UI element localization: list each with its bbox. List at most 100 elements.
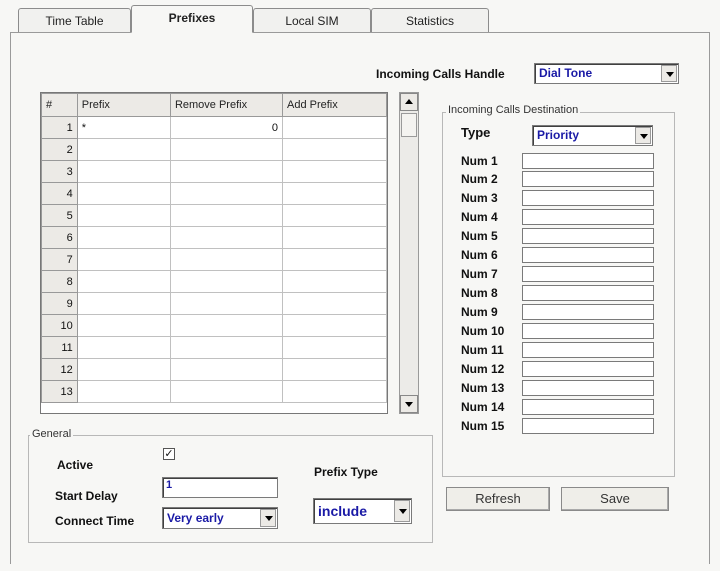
num-6-field[interactable] — [522, 247, 654, 263]
table-row[interactable]: 9 — [41, 292, 387, 315]
num-1-field[interactable] — [522, 153, 654, 169]
tab-time-table[interactable]: Time Table — [18, 8, 131, 32]
add-prefix-cell[interactable] — [282, 226, 387, 249]
add-prefix-cell[interactable] — [282, 116, 387, 139]
add-prefix-cell[interactable] — [282, 204, 387, 227]
num-13-label: Num 13 — [461, 381, 505, 395]
remove-prefix-cell[interactable] — [169, 138, 284, 161]
add-prefix-cell[interactable] — [282, 182, 387, 205]
prefix-cell[interactable] — [76, 182, 171, 205]
num-2-field[interactable] — [522, 171, 654, 187]
table-row[interactable]: 1 * 0 — [41, 116, 387, 139]
remove-prefix-cell[interactable] — [169, 270, 284, 293]
prefix-cell[interactable] — [76, 160, 171, 183]
remove-prefix-cell[interactable] — [169, 292, 284, 315]
table-row[interactable]: 6 — [41, 226, 387, 249]
table-row[interactable]: 13 — [41, 380, 387, 403]
grid-vertical-scrollbar[interactable] — [399, 92, 419, 414]
row-number: 4 — [41, 182, 78, 205]
prefix-cell[interactable] — [76, 226, 171, 249]
remove-prefix-cell[interactable] — [169, 358, 284, 381]
row-number: 7 — [41, 248, 78, 271]
col-header-number[interactable]: # — [41, 93, 78, 117]
table-row[interactable]: 11 — [41, 336, 387, 359]
num-5-label: Num 5 — [461, 229, 498, 243]
chevron-down-icon[interactable] — [394, 500, 410, 522]
num-9-field[interactable] — [522, 304, 654, 320]
table-row[interactable]: 4 — [41, 182, 387, 205]
prefix-cell[interactable] — [76, 358, 171, 381]
remove-prefix-cell[interactable] — [169, 204, 284, 227]
chevron-down-icon[interactable] — [635, 127, 651, 144]
prefix-grid[interactable]: # Prefix Remove Prefix Add Prefix 1 * 0 2 … — [40, 92, 388, 414]
remove-prefix-cell[interactable] — [169, 314, 284, 337]
num-14-field[interactable] — [522, 399, 654, 415]
add-prefix-cell[interactable] — [282, 358, 387, 381]
type-label: Type — [461, 125, 491, 140]
incoming-calls-handle-select[interactable]: Dial Tone — [534, 63, 679, 84]
table-row[interactable]: 12 — [41, 358, 387, 381]
add-prefix-cell[interactable] — [282, 160, 387, 183]
type-value: Priority — [537, 128, 580, 142]
num-3-field[interactable] — [522, 190, 654, 206]
prefix-cell[interactable] — [76, 292, 171, 315]
scroll-up-icon[interactable] — [400, 93, 418, 111]
start-delay-input[interactable]: 1 — [162, 477, 278, 498]
prefix-type-select[interactable]: include — [313, 498, 412, 524]
num-12-label: Num 12 — [461, 362, 505, 376]
remove-prefix-cell[interactable] — [169, 182, 284, 205]
chevron-down-icon[interactable] — [260, 509, 276, 527]
prefix-cell[interactable] — [76, 314, 171, 337]
save-button[interactable]: Save — [561, 487, 669, 511]
num-8-field[interactable] — [522, 285, 654, 301]
add-prefix-cell[interactable] — [282, 138, 387, 161]
col-header-add-prefix[interactable]: Add Prefix — [282, 93, 387, 117]
refresh-button[interactable]: Refresh — [446, 487, 550, 511]
tab-local-sim[interactable]: Local SIM — [253, 8, 371, 32]
num-5-field[interactable] — [522, 228, 654, 244]
scroll-thumb[interactable] — [401, 113, 417, 137]
add-prefix-cell[interactable] — [282, 380, 387, 403]
prefix-cell[interactable] — [76, 204, 171, 227]
add-prefix-cell[interactable] — [282, 336, 387, 359]
remove-prefix-cell[interactable] — [169, 248, 284, 271]
prefix-cell[interactable] — [76, 138, 171, 161]
prefix-cell[interactable] — [76, 248, 171, 271]
type-select[interactable]: Priority — [532, 125, 653, 146]
remove-prefix-cell[interactable]: 0 — [169, 116, 284, 139]
table-row[interactable]: 7 — [41, 248, 387, 271]
num-7-field[interactable] — [522, 266, 654, 282]
remove-prefix-cell[interactable] — [169, 380, 284, 403]
remove-prefix-cell[interactable] — [169, 336, 284, 359]
prefix-cell[interactable] — [76, 336, 171, 359]
tab-prefixes[interactable]: Prefixes — [131, 5, 253, 33]
num-4-field[interactable] — [522, 209, 654, 225]
add-prefix-cell[interactable] — [282, 270, 387, 293]
remove-prefix-cell[interactable] — [169, 160, 284, 183]
scroll-down-icon[interactable] — [400, 395, 418, 413]
remove-prefix-cell[interactable] — [169, 226, 284, 249]
table-row[interactable]: 8 — [41, 270, 387, 293]
prefix-cell[interactable]: * — [76, 116, 171, 139]
num-10-field[interactable] — [522, 323, 654, 339]
prefix-cell[interactable] — [76, 270, 171, 293]
connect-time-select[interactable]: Very early — [162, 507, 278, 529]
col-header-prefix[interactable]: Prefix — [76, 93, 171, 117]
table-row[interactable]: 2 — [41, 138, 387, 161]
chevron-down-icon[interactable] — [661, 65, 677, 82]
prefix-cell[interactable] — [76, 380, 171, 403]
col-header-remove-prefix[interactable]: Remove Prefix — [169, 93, 284, 117]
add-prefix-cell[interactable] — [282, 314, 387, 337]
num-11-field[interactable] — [522, 342, 654, 358]
table-row[interactable]: 5 — [41, 204, 387, 227]
active-checkbox[interactable]: ✓ — [163, 448, 175, 460]
table-row[interactable]: 3 — [41, 160, 387, 183]
num-12-field[interactable] — [522, 361, 654, 377]
tab-statistics[interactable]: Statistics — [371, 8, 489, 32]
row-number: 11 — [41, 336, 78, 359]
table-row[interactable]: 10 — [41, 314, 387, 337]
num-13-field[interactable] — [522, 380, 654, 396]
add-prefix-cell[interactable] — [282, 292, 387, 315]
num-15-field[interactable] — [522, 418, 654, 434]
add-prefix-cell[interactable] — [282, 248, 387, 271]
